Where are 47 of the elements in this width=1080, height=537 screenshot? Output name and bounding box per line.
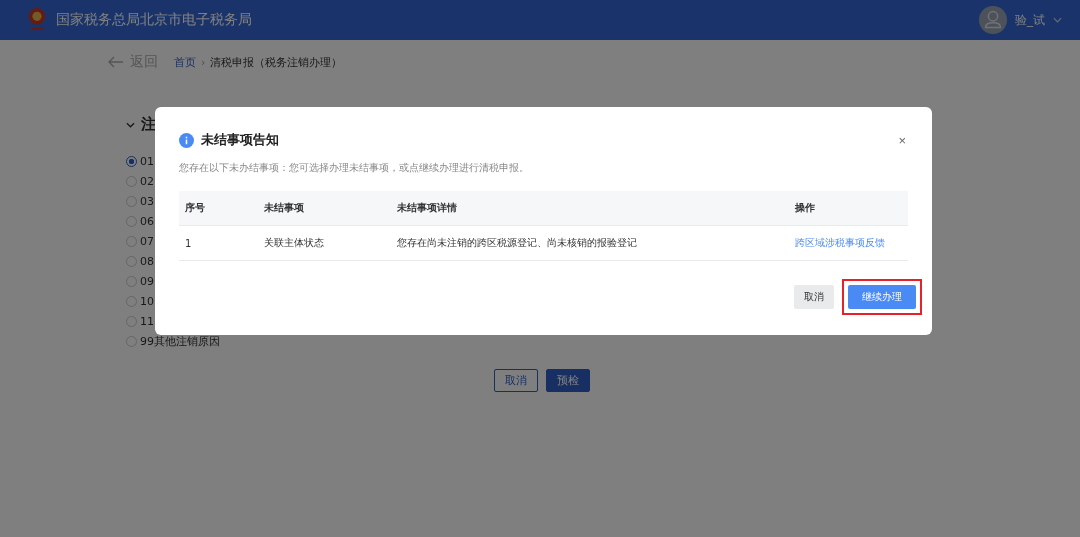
option-label[interactable]: 09 xyxy=(140,274,154,288)
chevron-icon[interactable] xyxy=(126,121,135,128)
radio-option[interactable]: 01 xyxy=(126,151,154,171)
option-label[interactable]: 02 xyxy=(140,174,154,188)
cancel-button[interactable]: 取消 xyxy=(494,369,538,392)
avatar-icon[interactable] xyxy=(979,6,1007,34)
radio-option[interactable]: 08 xyxy=(126,251,154,271)
feedback-link[interactable]: 跨区域涉税事项反馈 xyxy=(795,237,885,248)
site-title: 国家税务总局北京市电子税务局 xyxy=(56,11,252,29)
option-label[interactable]: 10 xyxy=(140,294,154,308)
radio-option[interactable]: 99其他注销原因 xyxy=(126,331,220,351)
option-label[interactable]: 06 xyxy=(140,214,154,228)
option-label[interactable]: 01 xyxy=(140,154,154,168)
option-label[interactable]: 11 xyxy=(140,314,154,328)
column-header: 序号 xyxy=(185,201,206,215)
radio-option[interactable]: 11 xyxy=(126,311,154,331)
table-cell-text: 关联主体状态 xyxy=(264,236,325,250)
radio-button[interactable] xyxy=(126,155,137,167)
radio-option[interactable]: 07 xyxy=(126,231,154,251)
radio-option[interactable]: 03 xyxy=(126,191,154,211)
precheck-button[interactable]: 预检 xyxy=(546,369,590,392)
breadcrumb-link[interactable]: 首页 xyxy=(174,54,196,70)
section-title: 注 xyxy=(141,115,156,134)
column-header: 操作 xyxy=(795,201,816,215)
table-cell-text: 您存在尚未注销的跨区税源登记、尚未核销的报验登记 xyxy=(397,236,638,250)
table-cell-text: 1 xyxy=(185,237,193,249)
radio-option[interactable]: 09 xyxy=(126,271,154,291)
continue-button[interactable]: 继续办理 xyxy=(848,285,916,309)
caret-icon[interactable] xyxy=(1053,17,1062,23)
option-label[interactable]: 08 xyxy=(140,254,154,268)
column-header: 未结事项详情 xyxy=(397,201,458,215)
dialog-title: 未结事项告知 xyxy=(201,131,279,149)
radio-option[interactable]: 02 xyxy=(126,171,154,191)
radio-option[interactable]: 10 xyxy=(126,291,154,311)
dialog-message: 您存在以下未办结事项：您可选择办理未结事项，或点继续办理进行清税申报。 xyxy=(179,161,530,175)
back-arrow-icon xyxy=(108,56,124,68)
info-icon xyxy=(179,132,194,148)
breadcrumb-current: 清税申报（税务注销办理） xyxy=(210,54,343,70)
column-header: 未结事项 xyxy=(264,201,305,215)
cancel-button[interactable]: 取消 xyxy=(794,285,834,309)
user-name[interactable]: 验_试 xyxy=(1015,11,1045,29)
close-button[interactable]: × xyxy=(898,132,906,148)
radio-option[interactable]: 06 xyxy=(126,211,154,231)
option-label[interactable]: 99其他注销原因 xyxy=(140,333,220,349)
breadcrumb-separator: › xyxy=(201,55,206,69)
option-label[interactable]: 03 xyxy=(140,194,154,208)
option-label[interactable]: 07 xyxy=(140,234,154,248)
